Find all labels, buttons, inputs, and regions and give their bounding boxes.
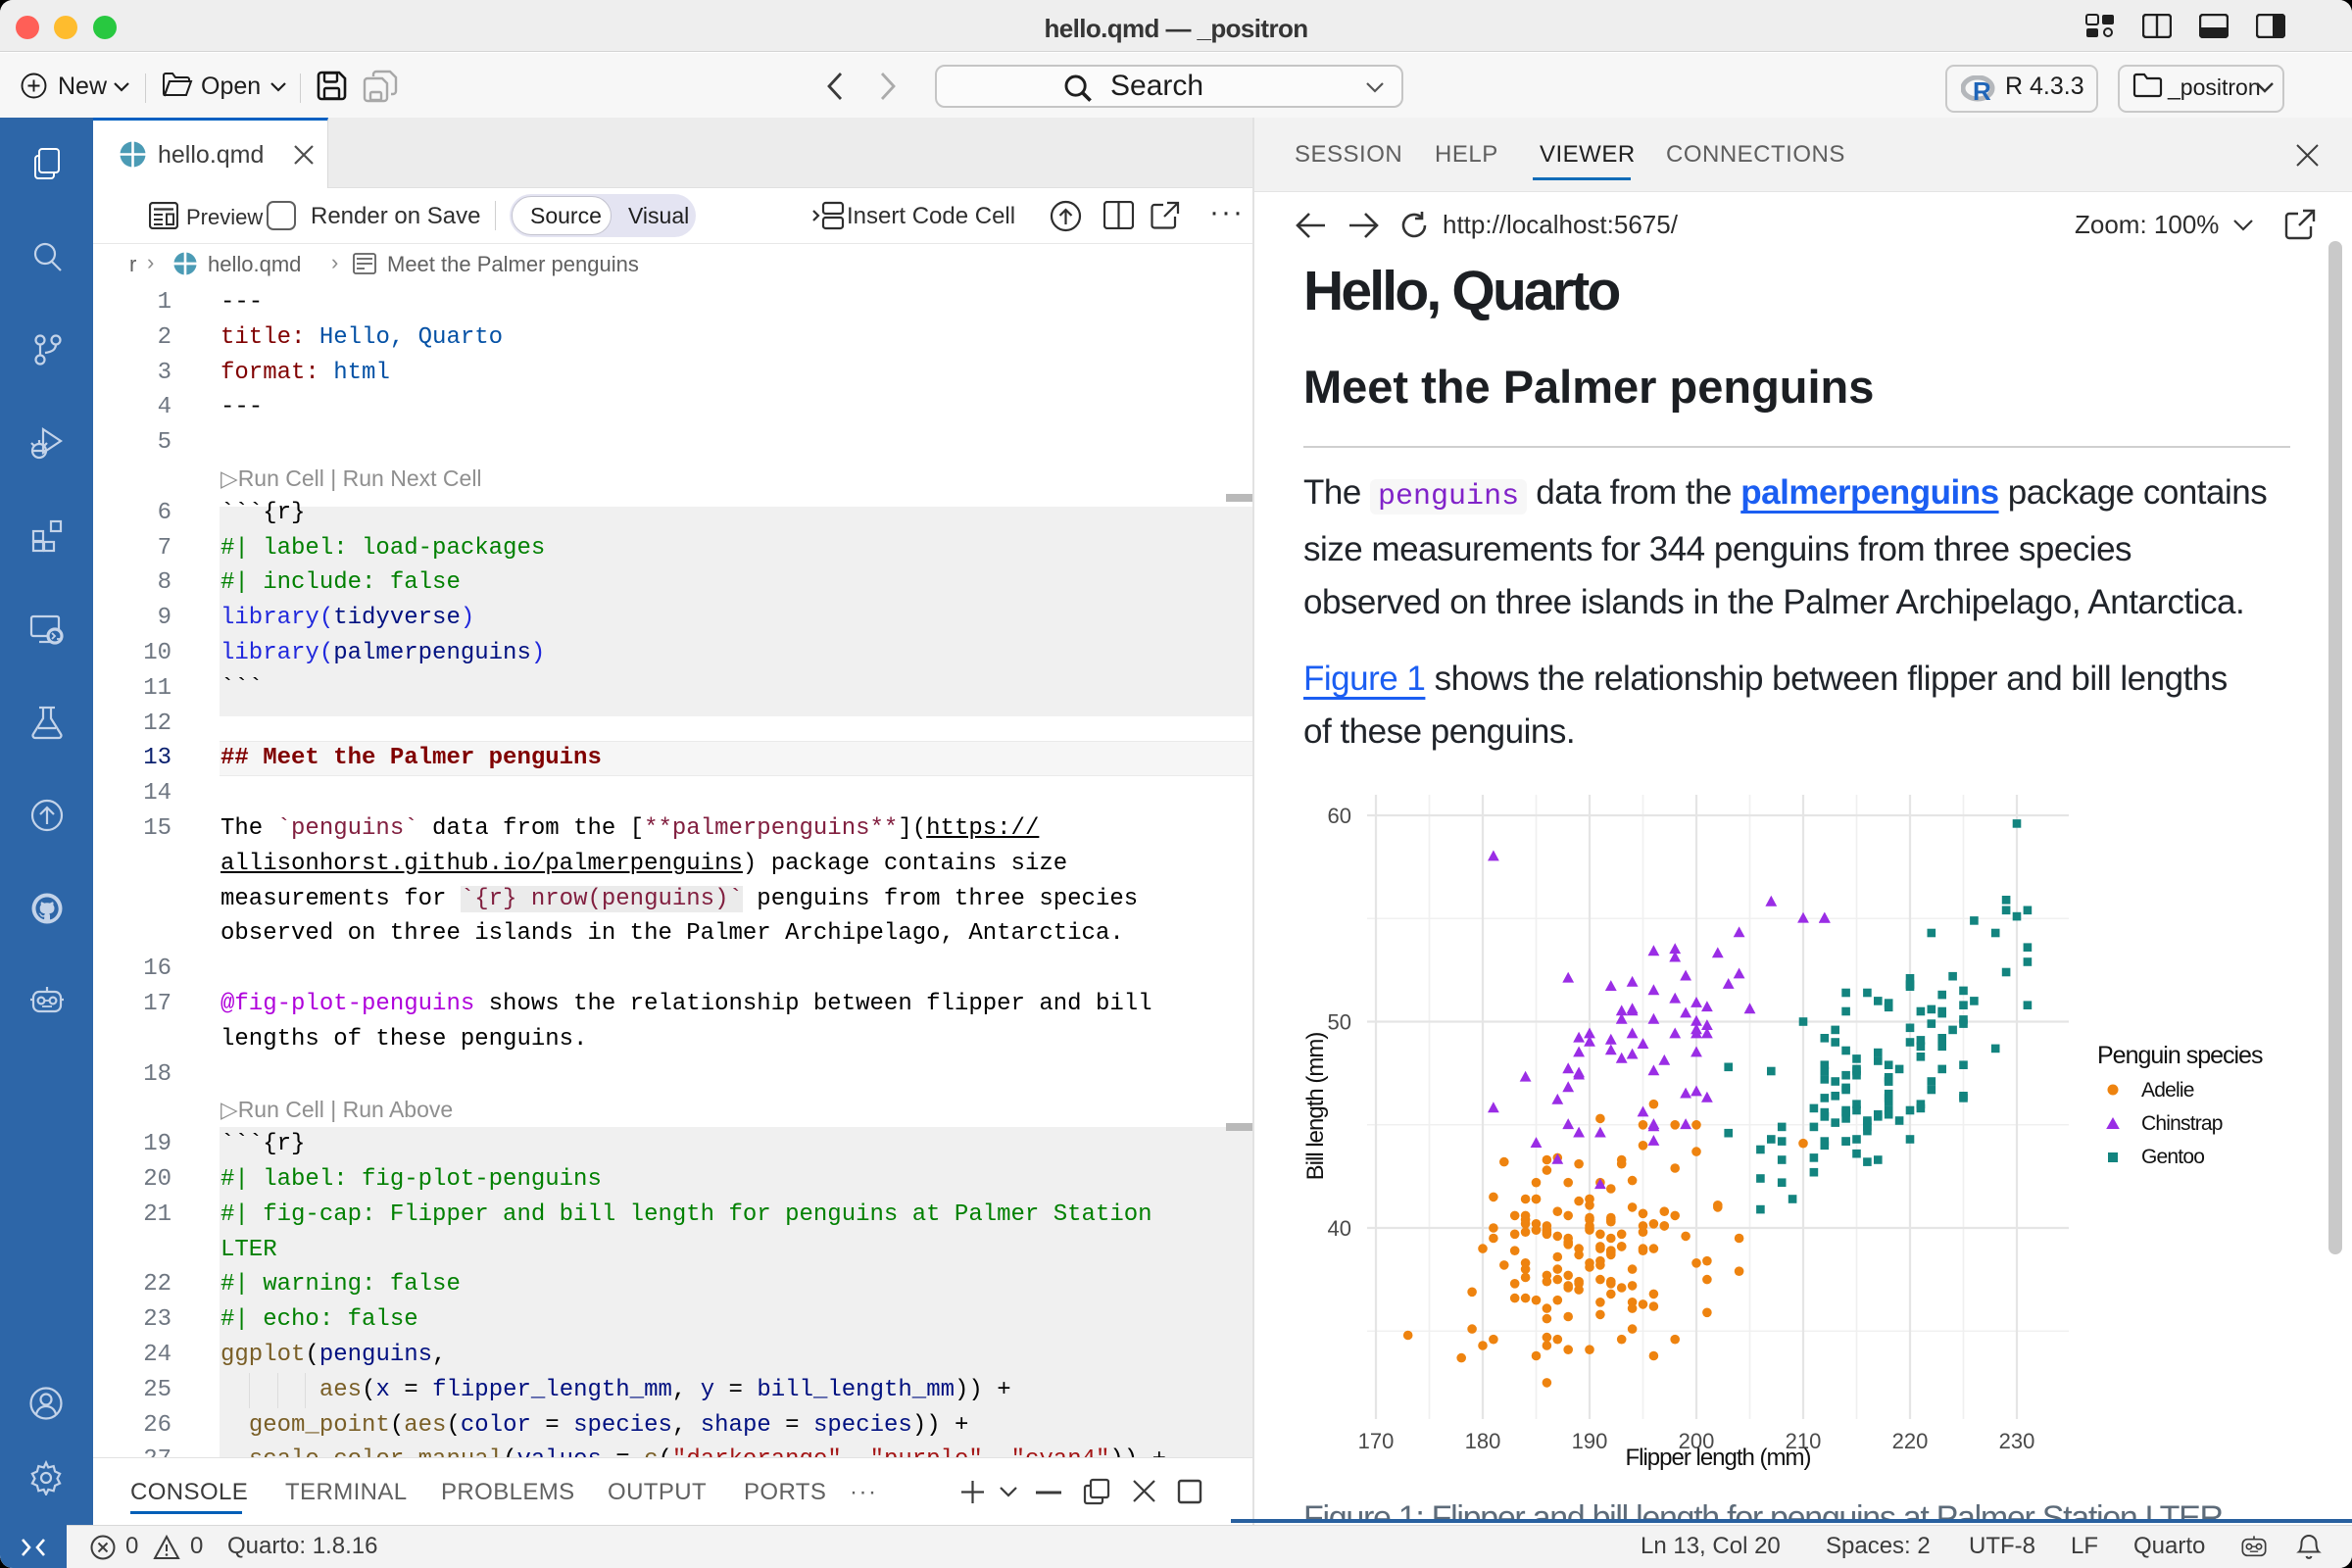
- svg-text:230: 230: [1999, 1429, 2035, 1453]
- svg-text:R: R: [1973, 76, 1991, 103]
- svg-text:Flipper length (mm): Flipper length (mm): [1625, 1445, 1810, 1471]
- svg-text:Bill length (mm): Bill length (mm): [1303, 1033, 1329, 1181]
- svg-text:60: 60: [1328, 804, 1351, 828]
- svg-text:50: 50: [1328, 1010, 1351, 1035]
- svg-text:Adelie: Adelie: [2141, 1079, 2194, 1102]
- svg-text:Gentoo: Gentoo: [2141, 1146, 2204, 1168]
- svg-text:170: 170: [1358, 1429, 1395, 1453]
- svg-text:190: 190: [1572, 1429, 1608, 1453]
- svg-text:40: 40: [1328, 1216, 1351, 1241]
- svg-text:180: 180: [1465, 1429, 1501, 1453]
- svg-text:Chinstrap: Chinstrap: [2141, 1112, 2223, 1135]
- svg-text:220: 220: [1892, 1429, 1929, 1453]
- svg-text:Penguin species: Penguin species: [2097, 1042, 2263, 1069]
